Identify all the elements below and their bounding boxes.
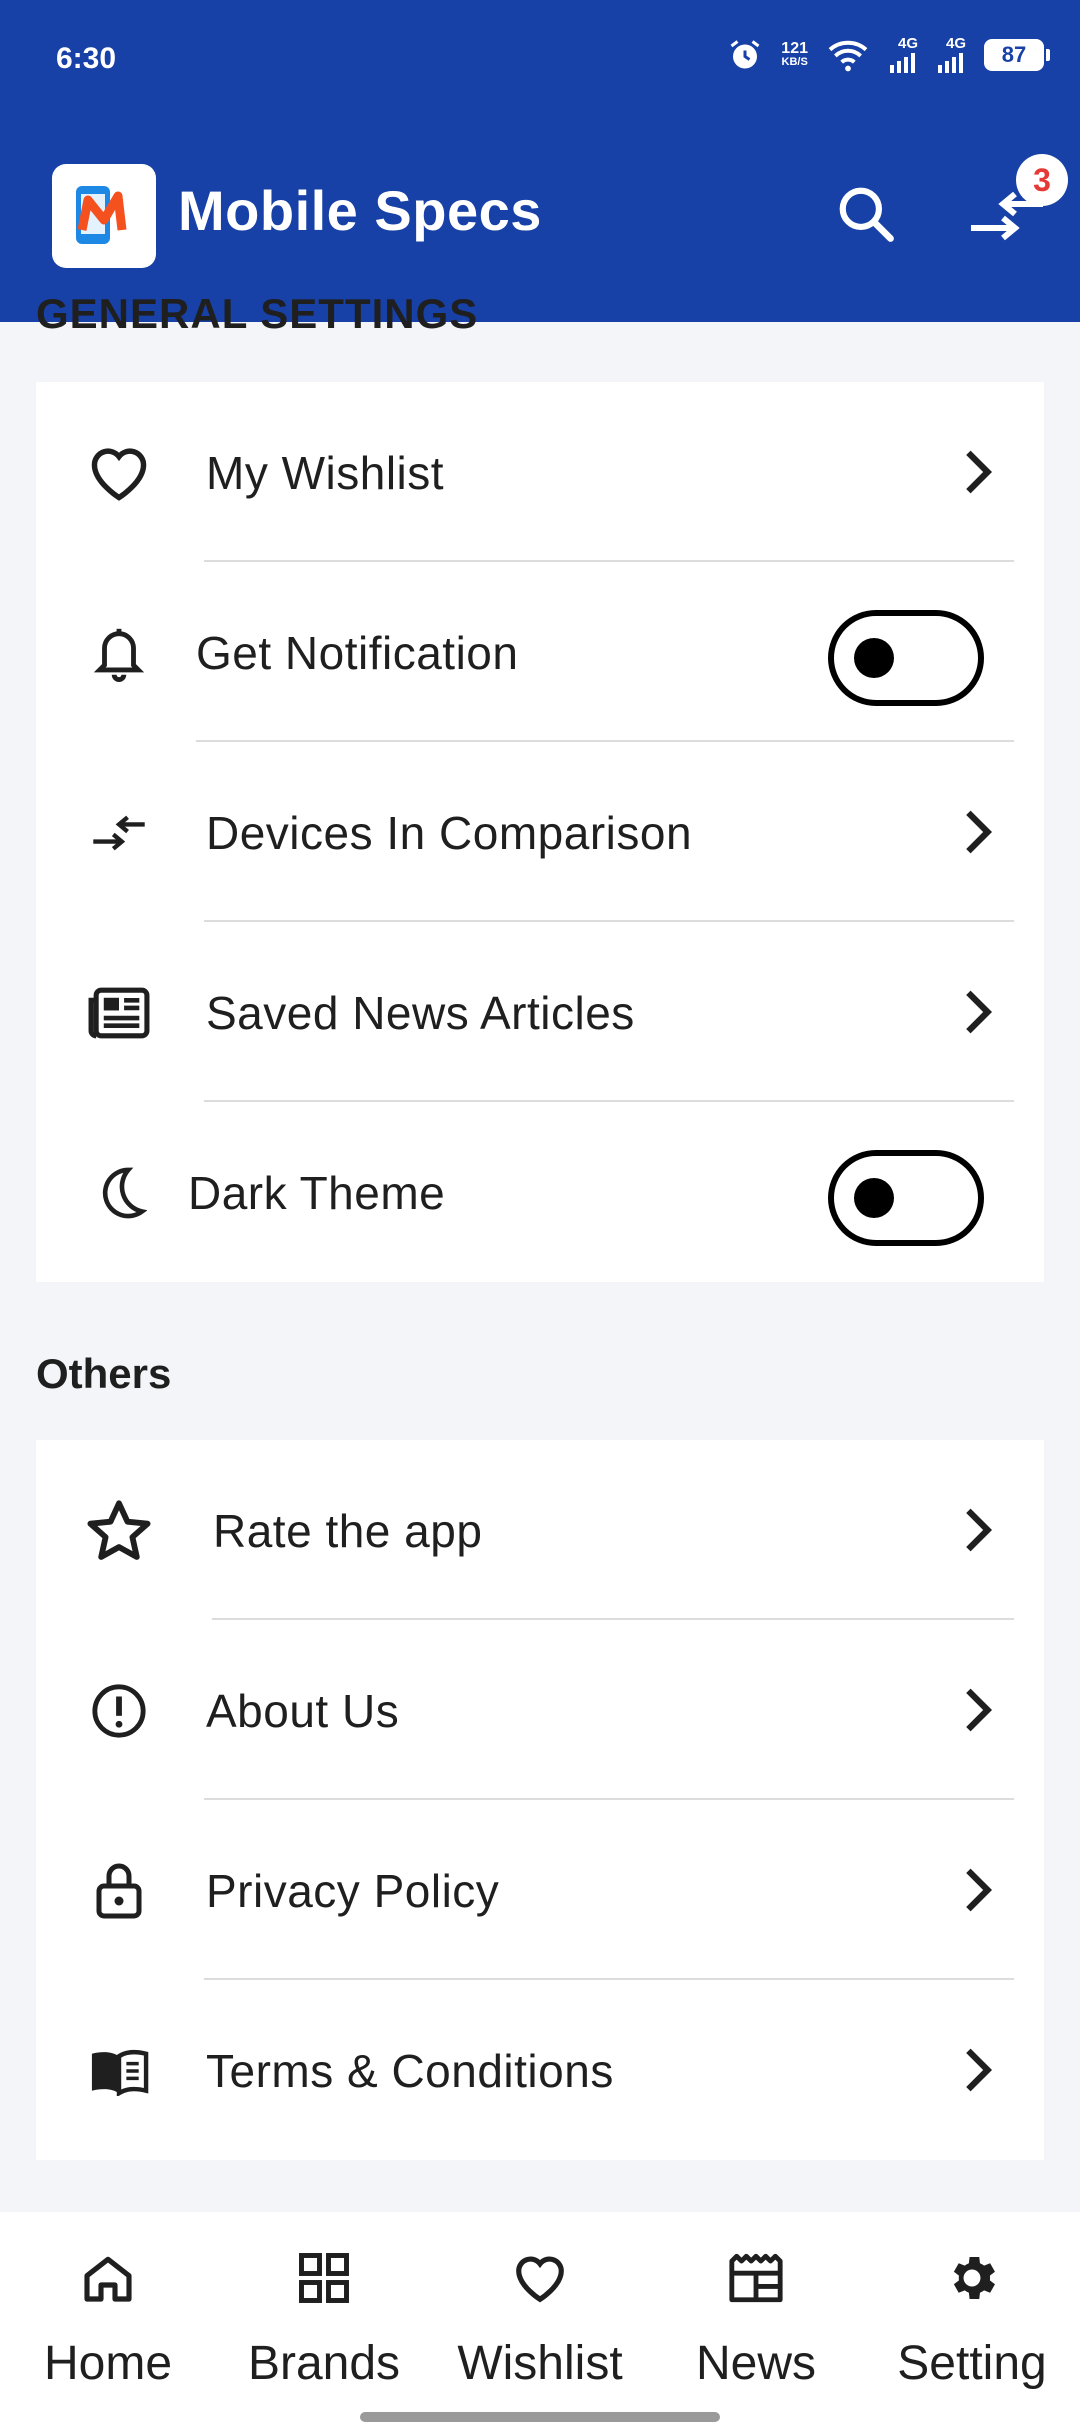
dark-theme-toggle[interactable] (828, 1150, 984, 1246)
search-button[interactable] (828, 176, 904, 252)
heart-icon (508, 2246, 572, 2310)
notification-toggle[interactable] (828, 610, 984, 706)
nav-setting-label: Setting (897, 2337, 1047, 2390)
nav-news-label: News (695, 2337, 817, 2390)
logo-icon (76, 186, 127, 244)
my-wishlist-row[interactable]: My Wishlist (36, 382, 1044, 562)
nav-brands[interactable]: Brands (216, 2212, 432, 2436)
chevron-right-icon (948, 982, 1008, 1042)
dark-theme-label: Dark Theme (188, 1167, 446, 1219)
general-settings-heading: GENERAL SETTINGS (36, 290, 479, 337)
info-icon (84, 1676, 154, 1746)
home-icon (76, 2246, 140, 2310)
saved-news-articles-row[interactable]: Saved News Articles (36, 922, 1044, 1102)
newspaper-icon (84, 978, 154, 1048)
search-icon (839, 187, 894, 242)
nav-home-label: Home (43, 2337, 173, 2390)
privacy-policy-label: Privacy Policy (206, 1865, 500, 1917)
alarm-icon (727, 37, 763, 73)
app-title: Mobile Specs (178, 179, 542, 242)
privacy-policy-row[interactable]: Privacy Policy (36, 1800, 1044, 1980)
general-settings-card: My Wishlist Get Notification Devices In … (36, 382, 1044, 1282)
battery-indicator: 87 (984, 38, 1050, 71)
terms-and-conditions-label: Terms & Conditions (206, 2045, 614, 2097)
nav-wishlist-label: Wishlist (457, 2337, 623, 2390)
toggle-knob (854, 1178, 894, 1218)
lock-icon (84, 1856, 154, 1926)
chevron-right-icon (948, 1500, 1008, 1560)
others-card: Rate the app About Us Privacy Policy Ter… (36, 1440, 1044, 2160)
chevron-right-icon (948, 442, 1008, 502)
others-heading: Others (36, 1350, 172, 1397)
get-notification-label: Get Notification (196, 627, 519, 679)
gear-icon (940, 2246, 1004, 2310)
bell-icon (84, 618, 154, 688)
signal-icon-1: 4G (888, 36, 918, 73)
about-us-row[interactable]: About Us (36, 1620, 1044, 1800)
devices-in-comparison-label: Devices In Comparison (206, 807, 693, 859)
saved-news-articles-label: Saved News Articles (206, 987, 635, 1039)
compare-count-badge: 3 (1016, 154, 1068, 206)
home-indicator[interactable] (360, 2412, 720, 2422)
news-icon (724, 2246, 788, 2310)
get-notification-row: Get Notification (36, 562, 1044, 742)
bottom-navigation: Home Brands Wishlist News Setting (0, 2212, 1080, 2436)
nav-brands-label: Brands (247, 2337, 401, 2390)
rate-the-app-label: Rate the app (213, 1505, 483, 1557)
network-type-2: 4G (945, 35, 966, 52)
devices-in-comparison-row[interactable]: Devices In Comparison (36, 742, 1044, 922)
network-type-1: 4G (897, 35, 918, 52)
data-speed: 121 KB/S (781, 41, 808, 68)
app-logo (52, 164, 156, 268)
dark-theme-row: Dark Theme (36, 1102, 1044, 1282)
nav-setting[interactable]: Setting (864, 2212, 1080, 2436)
status-time: 6:30 (56, 42, 117, 75)
nav-home[interactable]: Home (0, 2212, 216, 2436)
chevron-right-icon (948, 802, 1008, 862)
moon-icon (84, 1158, 154, 1228)
speed-value: 121 (781, 40, 808, 57)
nav-news[interactable]: News (648, 2212, 864, 2436)
wifi-icon (826, 37, 870, 73)
compare-icon (84, 798, 154, 868)
heart-icon (84, 438, 154, 508)
terms-and-conditions-row[interactable]: Terms & Conditions (36, 1980, 1044, 2160)
status-icons: 121 KB/S 4G 4G 87 (727, 36, 1050, 73)
rate-the-app-row[interactable]: Rate the app (36, 1440, 1044, 1620)
my-wishlist-label: My Wishlist (206, 447, 445, 499)
chevron-right-icon (948, 1680, 1008, 1740)
chevron-right-icon (948, 1860, 1008, 1920)
chevron-right-icon (948, 2040, 1008, 2100)
grid-icon (292, 2246, 356, 2310)
toggle-knob (854, 638, 894, 678)
nav-wishlist[interactable]: Wishlist (432, 2212, 648, 2436)
app-bar: 6:30 121 KB/S 4G 4G 87 Mobile Specs 3 (0, 0, 1080, 322)
star-icon (84, 1496, 154, 1566)
book-icon (84, 2036, 154, 2106)
speed-unit: KB/S (781, 56, 808, 68)
about-us-label: About Us (206, 1685, 400, 1737)
signal-icon-2: 4G (936, 36, 966, 73)
